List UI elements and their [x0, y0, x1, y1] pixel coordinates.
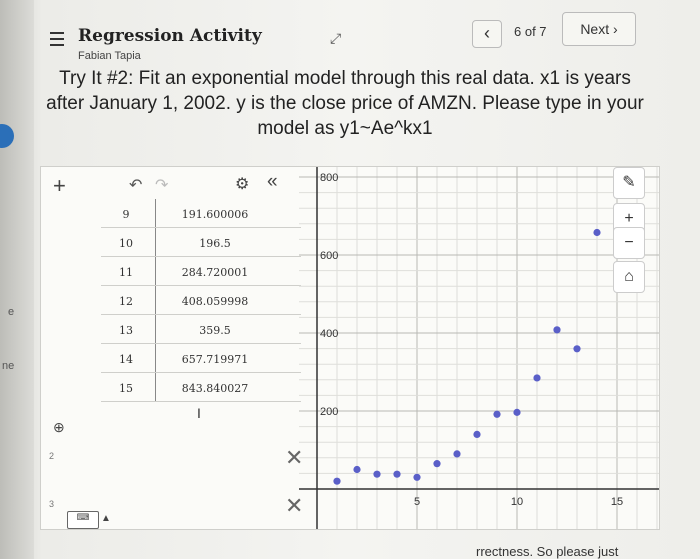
x-tick-label: 15 [611, 496, 623, 508]
data-point [413, 473, 421, 481]
table-cell-y[interactable]: 191.600006 [155, 208, 275, 221]
data-point [593, 228, 601, 237]
data-point [373, 470, 381, 478]
table-cell-x[interactable]: 15 [101, 382, 151, 395]
question-prompt: Try It #2: Fit an exponential model thro… [46, 68, 644, 139]
data-point [493, 410, 501, 418]
next-label: Next [580, 21, 610, 37]
menu-icon[interactable] [50, 32, 64, 46]
table-row: 11 284.720001 [101, 257, 301, 286]
activity-author: Fabian Tapia [78, 50, 141, 62]
data-point [513, 408, 521, 416]
zoom-fit-icon[interactable]: ⊕ [53, 419, 65, 436]
table-row: 13 359.5 [101, 315, 301, 344]
scatter-plot: 800 600 400 200 5 10 15 [299, 167, 659, 529]
table-row: 10 196.5 [101, 228, 301, 257]
data-point [473, 430, 481, 438]
graphing-calculator: + ↶ ↷ ⚙ « 9 191.600006 10 196.5 11 284.7200… [40, 166, 660, 530]
next-page-button[interactable]: Next › [562, 12, 636, 46]
keyboard-icon[interactable]: ⌨ [67, 511, 99, 529]
undo-icon[interactable]: ↶ [129, 175, 142, 195]
home-icon[interactable]: ⌂ [613, 261, 645, 293]
expression-number: 3 [49, 499, 55, 509]
table-cell-y[interactable]: 284.720001 [155, 266, 275, 279]
chevron-left-icon: ‹ [484, 23, 490, 43]
chevron-right-icon: › [613, 21, 618, 37]
table-row: 14 657.719971 [101, 344, 301, 373]
settings-gear-icon[interactable]: ⚙ [235, 174, 249, 194]
activity-title: Regression Activity [78, 26, 262, 46]
table-cell-x[interactable]: 9 [101, 208, 151, 221]
side-text-fragment: ne [2, 360, 15, 372]
screen: e ne Regression Activity Fabian Tapia ⤢ … [0, 0, 700, 559]
table-cell-x[interactable]: 10 [101, 237, 151, 250]
table-row: 9 191.600006 [101, 199, 301, 228]
table-cell-x[interactable]: 12 [101, 295, 151, 308]
redo-icon[interactable]: ↷ [155, 175, 168, 195]
expression-toolbar: + ↶ ↷ ⚙ « [41, 167, 299, 201]
add-item-icon[interactable]: + [53, 173, 66, 199]
y-tick-label: 400 [320, 328, 338, 340]
table-cell-x[interactable]: 11 [101, 266, 151, 279]
data-point [393, 470, 401, 478]
table-cell-y[interactable]: 657.719971 [155, 353, 275, 366]
keyboard-toggle-arrow-icon[interactable]: ▲ [101, 513, 111, 524]
data-point [353, 465, 361, 474]
side-strip [0, 0, 34, 559]
expand-icon[interactable]: ⤢ [330, 30, 341, 47]
data-point [433, 460, 441, 468]
graph-panel[interactable]: 800 600 400 200 5 10 15 ✎ + − ⌂ [299, 167, 659, 529]
previous-page-button[interactable]: ‹ [472, 20, 502, 48]
table-cell-y[interactable]: 359.5 [155, 324, 275, 337]
table-row: 12 408.059998 [101, 286, 301, 315]
y-tick-label: 800 [320, 172, 338, 184]
table-cell-y[interactable]: 196.5 [155, 237, 275, 250]
table-cell-y[interactable]: 408.059998 [155, 295, 275, 308]
text-cursor-icon: I [197, 405, 201, 421]
data-point [553, 326, 561, 334]
data-point [333, 477, 341, 485]
activity-header: Regression Activity Fabian Tapia ⤢ ‹ 6 o… [36, 10, 656, 70]
table-cell-x[interactable]: 13 [101, 324, 151, 337]
x-tick-label: 10 [511, 496, 523, 508]
y-tick-label: 200 [320, 406, 338, 418]
wrench-icon[interactable]: ✎ [613, 167, 645, 199]
data-point [533, 374, 541, 382]
table-cell-x[interactable]: 14 [101, 353, 151, 366]
side-text-fragment: e [8, 306, 15, 318]
y-tick-label: 600 [320, 250, 338, 262]
data-point [453, 450, 461, 458]
table-cell-y[interactable]: 843.840027 [155, 382, 275, 395]
collapse-list-icon[interactable]: « [267, 171, 278, 193]
data-table: 9 191.600006 10 196.5 11 284.720001 12 408.0… [101, 199, 301, 402]
zoom-out-icon[interactable]: − [613, 227, 645, 259]
x-tick-label: 5 [414, 496, 420, 508]
table-row: 15 843.840027 [101, 373, 301, 402]
footer-text-fragment: rrectness. So please just [476, 544, 619, 559]
page-count: 6 of 7 [514, 24, 547, 39]
expression-number: 2 [49, 451, 55, 461]
data-point [573, 345, 581, 353]
